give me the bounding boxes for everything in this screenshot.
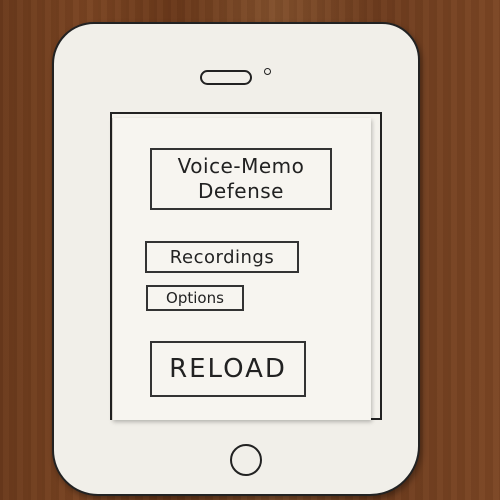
speaker-slot-icon — [200, 70, 252, 85]
home-button-icon[interactable] — [230, 444, 262, 476]
camera-dot-icon — [264, 68, 271, 75]
reload-button[interactable]: RELOAD — [150, 341, 306, 397]
app-title: Voice-Memo Defense — [150, 148, 332, 210]
recordings-button[interactable]: Recordings — [145, 241, 299, 273]
options-button[interactable]: Options — [146, 285, 244, 311]
